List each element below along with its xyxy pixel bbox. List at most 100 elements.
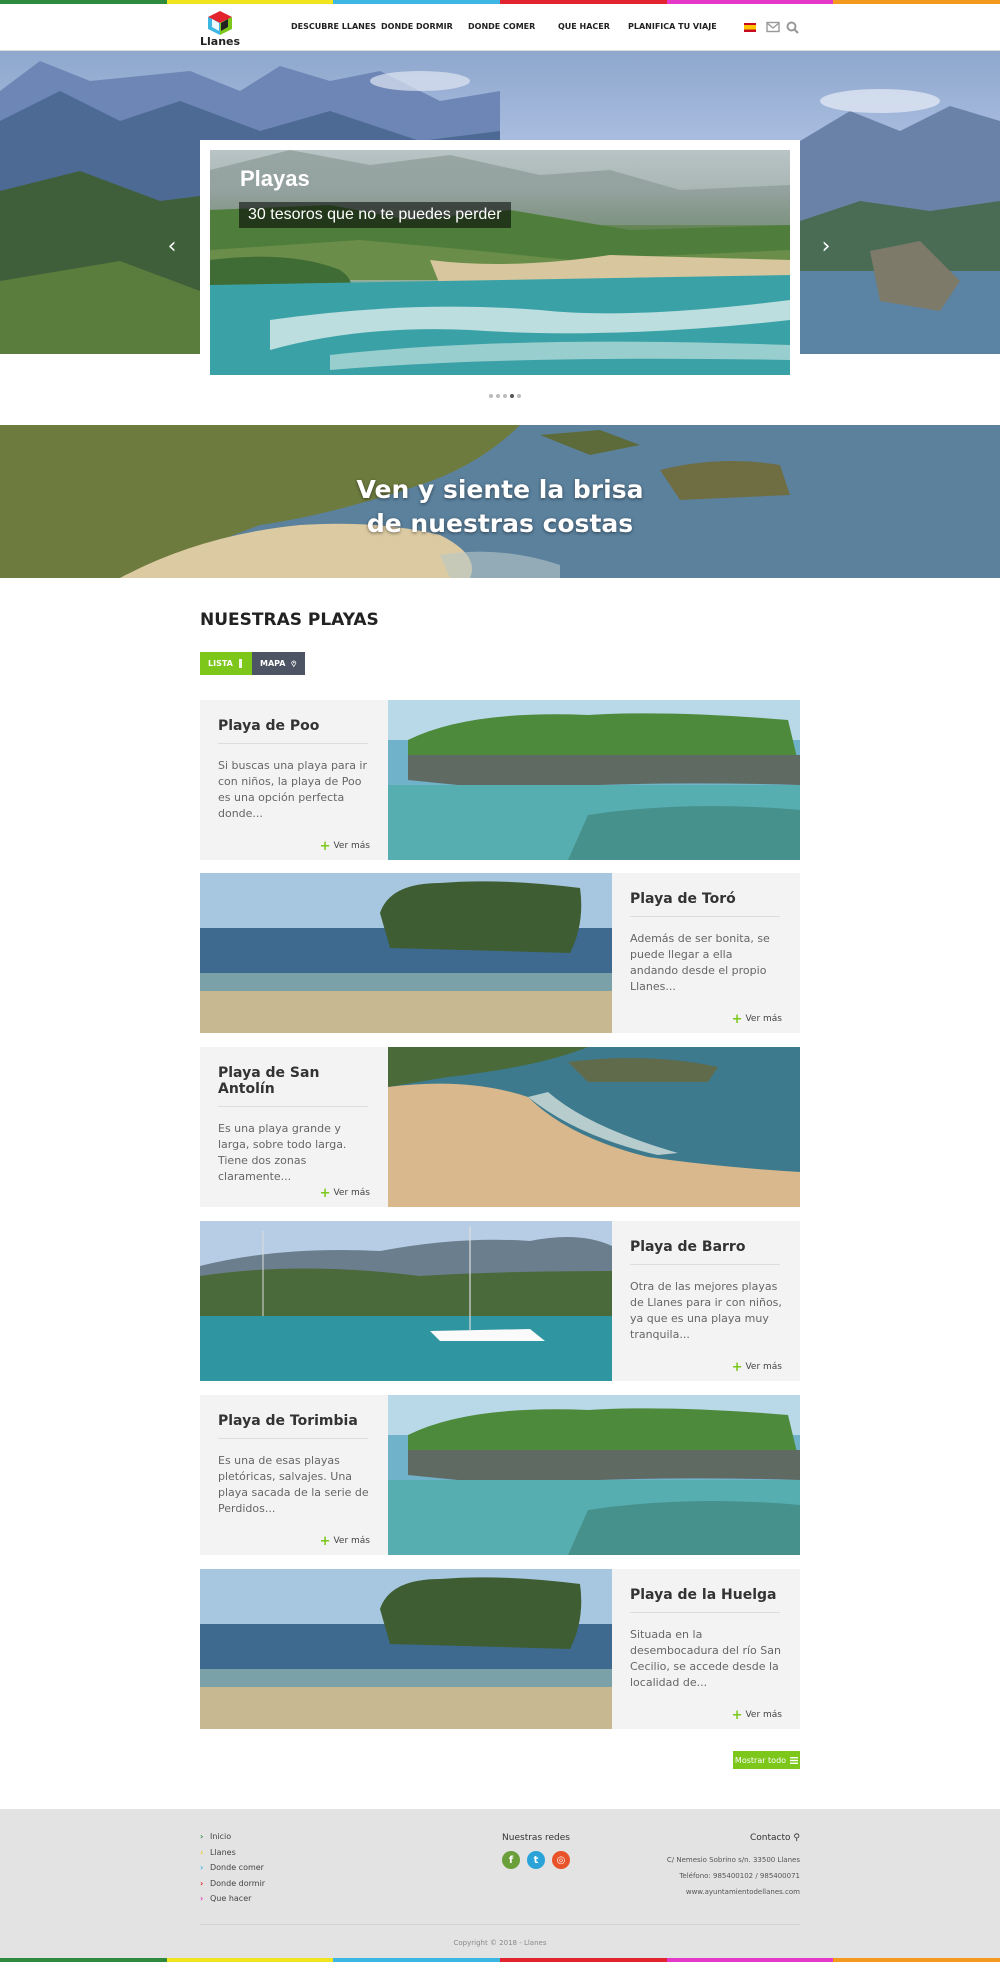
plus-icon: + <box>319 1185 331 1201</box>
beach-card[interactable]: Playa de la Huelga Situada en la desembo… <box>200 1569 800 1729</box>
slider-dot[interactable] <box>496 394 500 398</box>
grid-icon <box>238 659 244 668</box>
ver-mas-link[interactable]: + Ver más <box>319 838 370 854</box>
beach-card[interactable]: Playa de San Antolín Es una playa grande… <box>200 1047 800 1207</box>
beach-description: Si buscas una playa para ir con niños, l… <box>218 759 368 820</box>
slider-dots <box>489 394 521 398</box>
slide-title: Playas <box>240 166 310 191</box>
slider-next-arrow-icon[interactable]: › <box>819 236 833 258</box>
llanes-logo[interactable]: Llanes <box>200 8 240 50</box>
beach-card[interactable]: Playa de Barro Otra de las mejores playa… <box>200 1221 800 1381</box>
beach-photo-image <box>388 1047 800 1207</box>
beach-card[interactable]: Playa de Torimbia Es una de esas playas … <box>200 1395 800 1555</box>
beach-name[interactable]: Playa de Toró <box>630 891 780 917</box>
map-pin-icon <box>291 660 297 668</box>
beach-info: Playa de Barro Otra de las mejores playa… <box>612 1221 800 1381</box>
beach-info: Playa de la Huelga Situada en la desembo… <box>612 1569 800 1729</box>
list-label: LISTA <box>208 659 233 668</box>
slide-playas[interactable]: Playas 30 tesoros que no te puedes perde… <box>210 150 790 375</box>
slider-prev-arrow-icon[interactable]: ‹ <box>165 236 179 258</box>
plus-icon: + <box>731 1011 743 1027</box>
beach-photo[interactable] <box>200 873 612 1033</box>
copyright: Copyright © 2018 - Llanes <box>453 1939 547 1947</box>
beach-info: Playa de Toró Además de ser bonita, se p… <box>612 873 800 1033</box>
mail-icon[interactable] <box>766 21 780 33</box>
chevron-right-icon: › <box>200 1878 204 1888</box>
list-icon <box>790 1756 799 1764</box>
beach-info: Playa de Torimbia Es una de esas playas … <box>200 1395 388 1555</box>
social-block: Nuestras redes f t ◎ <box>466 1833 606 1869</box>
footer-link-donde-comer[interactable]: › Donde comer <box>200 1862 265 1878</box>
plus-icon: + <box>731 1359 743 1375</box>
footer-links: › Inicio › Llanes › Donde comer › Donde dorm… <box>200 1831 265 1909</box>
beach-info: Playa de Poo Si buscas una playa para ir… <box>200 700 388 860</box>
view-toggle: LISTA MAPA <box>200 652 305 675</box>
nav-que-hacer[interactable]: QUE HACER <box>558 22 610 31</box>
beach-card[interactable]: Playa de Poo Si buscas una playa para ir… <box>200 700 800 860</box>
beach-photo[interactable] <box>200 1221 612 1381</box>
chevron-right-icon: › <box>200 1863 204 1873</box>
beach-photo[interactable] <box>388 1047 800 1207</box>
beach-description: Situada en la desembocadura del río San … <box>630 1628 781 1689</box>
twitter-icon[interactable]: t <box>527 1851 545 1869</box>
beach-description: Es una playa grande y larga, sobre todo … <box>218 1122 347 1183</box>
beach-description: Es una de esas playas pletóricas, salvaj… <box>218 1454 369 1515</box>
site-header: Llanes DESCUBRE LLANES DONDE DORMIR DOND… <box>0 4 1000 51</box>
footer-link-inicio[interactable]: › Inicio <box>200 1831 265 1847</box>
bottom-color-bar <box>0 1958 1000 1962</box>
beach-photo[interactable] <box>200 1569 612 1729</box>
site-footer: › Inicio › Llanes › Donde comer › Donde dorm… <box>0 1809 1000 1958</box>
beach-card[interactable]: Playa de Toró Además de ser bonita, se p… <box>200 873 800 1033</box>
nav-donde-comer[interactable]: DONDE COMER <box>468 22 535 31</box>
banner-text: Ven y siente la brisa de nuestras costas <box>0 473 1000 541</box>
beach-name[interactable]: Playa de Torimbia <box>218 1413 368 1439</box>
beach-photo[interactable] <box>388 700 800 860</box>
footer-link-llanes[interactable]: › Llanes <box>200 1847 265 1863</box>
chevron-right-icon: › <box>200 1847 204 1857</box>
map-view-button[interactable]: MAPA <box>252 652 305 675</box>
beach-photo-image <box>200 1569 612 1729</box>
social-title: Nuestras redes <box>502 1833 570 1843</box>
nav-planifica-tu-viaje[interactable]: PLANIFICA TU VIAJE <box>628 22 717 31</box>
footer-link-que-hacer[interactable]: › Que hacer <box>200 1893 265 1909</box>
nav-descubre-llanes[interactable]: DESCUBRE LLANES <box>291 22 376 31</box>
contact-block: Contacto ⚲ C/ Nemesio Sobrino s/n. 33500… <box>600 1833 800 1900</box>
beach-photo[interactable] <box>388 1395 800 1555</box>
beach-name[interactable]: Playa de San Antolín <box>218 1065 368 1107</box>
beach-name[interactable]: Playa de Barro <box>630 1239 780 1265</box>
beach-photo-image <box>200 1221 612 1381</box>
ver-mas-link[interactable]: + Ver más <box>731 1707 782 1723</box>
contact-address: C/ Nemesio Sobrino s/n. 33500 Llanes <box>666 1856 800 1864</box>
beach-description: Además de ser bonita, se puede llegar a … <box>630 932 770 993</box>
contact-website[interactable]: www.ayuntamientodellanes.com <box>600 1884 800 1900</box>
ver-mas-link[interactable]: + Ver más <box>320 1535 370 1548</box>
slider-dot-active[interactable] <box>510 394 514 398</box>
section-title: NUESTRAS PLAYAS <box>200 610 379 630</box>
beach-name[interactable]: Playa de la Huelga <box>630 1587 780 1613</box>
facebook-icon[interactable]: f <box>502 1851 520 1869</box>
plus-icon: + <box>319 838 331 854</box>
show-all-button[interactable]: Mostrar todo <box>733 1751 800 1769</box>
slider-dot[interactable] <box>489 394 493 398</box>
banner-line-2: de nuestras costas <box>366 509 634 538</box>
nav-donde-dormir[interactable]: DONDE DORMIR <box>381 22 453 31</box>
banner-line-1: Ven y siente la brisa <box>356 475 644 504</box>
beach-name[interactable]: Playa de Poo <box>218 718 368 744</box>
list-view-button[interactable]: LISTA <box>200 652 252 675</box>
cube-logo-icon <box>208 11 232 35</box>
ver-mas-link[interactable]: + Ver más <box>319 1185 370 1201</box>
coast-banner: Ven y siente la brisa de nuestras costas <box>0 425 1000 578</box>
show-all-label: Mostrar todo <box>734 1755 787 1765</box>
logo-text: Llanes <box>200 35 241 48</box>
spain-flag-icon[interactable] <box>744 23 756 32</box>
plus-icon: + <box>731 1707 743 1723</box>
ver-mas-link[interactable]: + Ver más <box>731 1011 782 1027</box>
slider-dot[interactable] <box>503 394 507 398</box>
beach-photo-image <box>388 1395 800 1555</box>
slider-dot[interactable] <box>517 394 521 398</box>
footer-link-donde-dormir[interactable]: › Donde dormir <box>200 1878 265 1894</box>
search-icon[interactable] <box>786 21 799 34</box>
instagram-icon[interactable]: ◎ <box>552 1851 570 1869</box>
ver-mas-link[interactable]: + Ver más <box>731 1359 782 1375</box>
beach-photo-image <box>200 873 612 1033</box>
